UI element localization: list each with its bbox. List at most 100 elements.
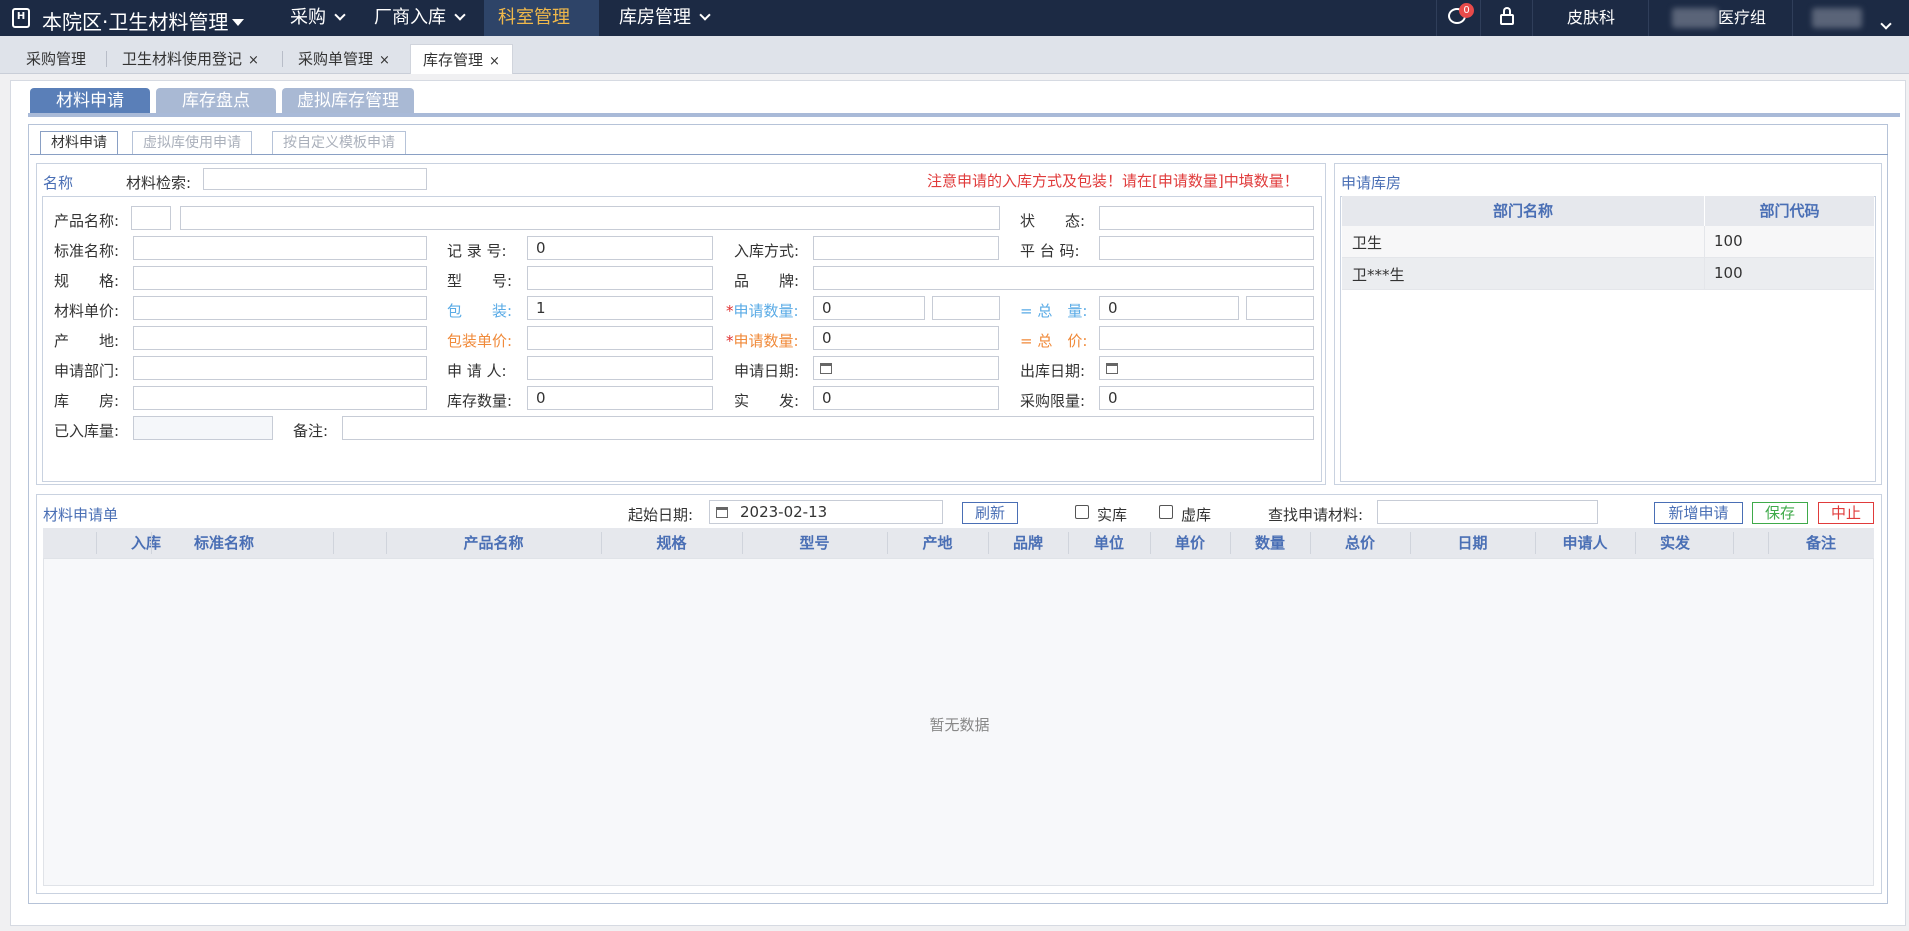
tab-stock-count[interactable]: 库存盘点 xyxy=(156,88,276,114)
warehouse-label: 库 房: xyxy=(54,392,120,410)
apply-date-input[interactable] xyxy=(813,356,999,380)
platform-code-input[interactable] xyxy=(1099,236,1314,260)
spec-input[interactable] xyxy=(133,266,427,290)
close-icon[interactable]: × xyxy=(379,53,390,68)
col-header-total[interactable]: 总价 xyxy=(1310,528,1410,558)
brand-label: 品 牌: xyxy=(734,272,800,290)
applicant-input[interactable] xyxy=(527,356,713,380)
unit-price-input[interactable] xyxy=(133,296,427,320)
col-header-unit[interactable]: 单位 xyxy=(1068,528,1150,558)
total-qty-input[interactable] xyxy=(1099,296,1239,320)
dept-table-header: 部门名称 部门代码 xyxy=(1342,196,1874,226)
col-header-issued[interactable]: 实发 xyxy=(1635,528,1715,558)
virtual-stock-checkbox[interactable] xyxy=(1159,505,1173,519)
refresh-button[interactable]: 刷新 xyxy=(962,502,1018,524)
tab-underline xyxy=(28,113,1900,117)
search-label: 材料检索: xyxy=(126,174,192,192)
package-input[interactable] xyxy=(527,296,713,320)
close-icon[interactable]: × xyxy=(489,54,500,69)
total-unit-input[interactable] xyxy=(1246,296,1314,320)
stop-button[interactable]: 中止 xyxy=(1818,502,1874,524)
out-date-input[interactable] xyxy=(1099,356,1314,380)
stored-qty-label: 已入库量: xyxy=(54,422,120,440)
col-header-origin[interactable]: 产地 xyxy=(887,528,988,558)
unit-price-label: 材料单价: xyxy=(54,302,120,320)
form-legend: 名称 xyxy=(43,174,74,192)
status-input[interactable] xyxy=(1099,206,1314,230)
product-name-input[interactable] xyxy=(180,206,1000,230)
real-stock-checkbox[interactable] xyxy=(1075,505,1089,519)
divider xyxy=(1792,0,1793,36)
tab-label: 采购单管理 xyxy=(298,50,374,68)
chevron-down-icon xyxy=(454,9,466,21)
divider xyxy=(1733,532,1734,554)
col-header-brand[interactable]: 品牌 xyxy=(988,528,1068,558)
caret-down-icon xyxy=(232,19,245,26)
storage-method-input[interactable] xyxy=(813,236,999,260)
apply-qty-input[interactable] xyxy=(813,296,925,320)
standard-name-input[interactable] xyxy=(133,236,427,260)
standard-name-label: 标准名称: xyxy=(54,242,120,260)
total-price-input[interactable] xyxy=(1099,326,1314,350)
product-code-input[interactable] xyxy=(131,206,171,230)
model-input[interactable] xyxy=(527,266,713,290)
purchase-limit-input[interactable] xyxy=(1099,386,1314,410)
close-icon[interactable]: × xyxy=(248,53,259,68)
issued-input[interactable] xyxy=(813,386,999,410)
material-search-input[interactable] xyxy=(203,168,427,190)
add-request-button[interactable]: 新增申请 xyxy=(1654,502,1743,524)
save-button[interactable]: 保存 xyxy=(1752,502,1808,524)
apply-dept-input[interactable] xyxy=(133,356,427,380)
nav-vendor-inbound[interactable]: 厂商入库 xyxy=(360,0,478,36)
page-tab-purchase-management[interactable]: 采购管理 xyxy=(14,44,98,74)
col-header-date[interactable]: 日期 xyxy=(1410,528,1535,558)
dept-row[interactable]: 卫生 100 xyxy=(1342,226,1874,258)
nav-dept-management[interactable]: 科室管理 xyxy=(484,0,599,57)
col-header-product-name[interactable]: 产品名称 xyxy=(386,528,601,558)
chevron-down-icon xyxy=(699,9,711,21)
package-price-input[interactable] xyxy=(527,326,713,350)
tab-material-request[interactable]: 材料申请 xyxy=(30,88,150,114)
subtab-template-request[interactable]: 按自定义模板申请 xyxy=(272,131,406,155)
nav-warehouse-management[interactable]: 库房管理 xyxy=(605,0,723,36)
apply-unit-input[interactable] xyxy=(932,296,1000,320)
page-tab-material-usage[interactable]: 卫生材料使用登记 × xyxy=(110,44,271,74)
subtab-material-request[interactable]: 材料申请 xyxy=(40,131,118,155)
dept-name-header: 部门名称 xyxy=(1492,202,1553,220)
department-label[interactable]: 皮肤科 xyxy=(1567,0,1615,36)
apply-qty2-label: *申请数量: xyxy=(726,330,799,351)
col-header-remark[interactable]: 备注 xyxy=(1768,528,1874,558)
page-tab-purchase-order[interactable]: 采购单管理 × xyxy=(286,44,402,74)
dept-row[interactable]: 卫***生 100 xyxy=(1342,258,1874,290)
origin-input[interactable] xyxy=(133,326,427,350)
tab-virtual-stock[interactable]: 虚拟库存管理 xyxy=(282,88,414,114)
out-date-label: 出库日期: xyxy=(1020,362,1086,380)
app-title-dropdown[interactable]: 本院区·卫生材料管理 xyxy=(42,6,245,35)
col-header-unit-price[interactable]: 单价 xyxy=(1150,528,1230,558)
subtab-virtual-request[interactable]: 虚拟库使用申请 xyxy=(132,131,252,155)
warehouse-input[interactable] xyxy=(133,386,427,410)
record-no-input[interactable] xyxy=(527,236,713,260)
redacted-user-avatar xyxy=(1812,8,1862,28)
col-header-quantity[interactable]: 数量 xyxy=(1230,528,1310,558)
col-header-spec[interactable]: 规格 xyxy=(601,528,742,558)
group-label[interactable]: 医疗组 xyxy=(1718,0,1766,36)
col-header-applicant[interactable]: 申请人 xyxy=(1535,528,1635,558)
remark-input[interactable] xyxy=(342,416,1314,440)
col-header-standard-name[interactable]: 标准名称 xyxy=(151,528,297,558)
apply-qty-label: *申请数量: xyxy=(726,300,799,321)
subtab-underline xyxy=(30,154,1888,155)
package-price-label: 包装单价: xyxy=(447,332,513,350)
apply-qty2-input[interactable] xyxy=(813,326,999,350)
page-tab-inventory[interactable]: 库存管理 × xyxy=(410,44,513,74)
stored-qty-input[interactable] xyxy=(133,416,273,440)
nav-purchase[interactable]: 采购 xyxy=(276,0,358,36)
brand-input[interactable] xyxy=(813,266,1314,290)
col-header-model[interactable]: 型号 xyxy=(742,528,887,558)
divider xyxy=(1436,0,1437,36)
stock-qty-input[interactable] xyxy=(527,386,713,410)
user-menu-chevron-icon[interactable] xyxy=(1880,18,1892,30)
divider xyxy=(1532,0,1533,36)
start-date-input[interactable] xyxy=(709,500,943,524)
find-material-input[interactable] xyxy=(1377,500,1598,524)
